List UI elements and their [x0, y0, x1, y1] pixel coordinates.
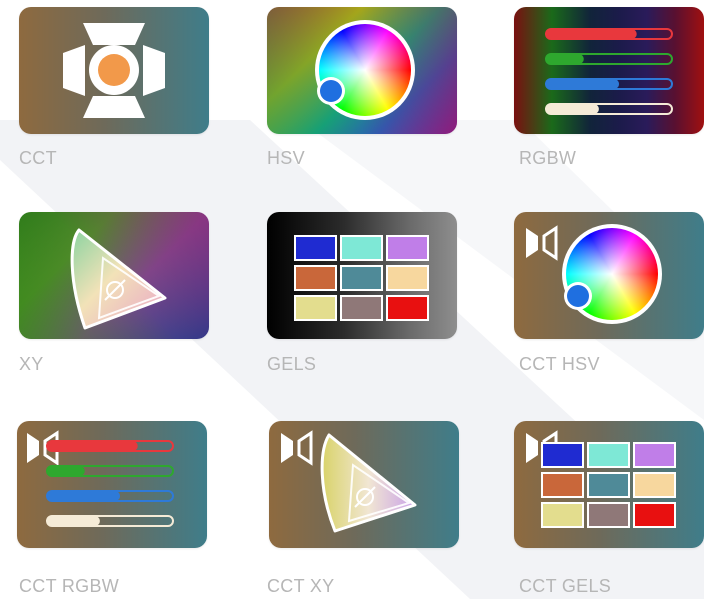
- mode-tile-gels[interactable]: [267, 212, 457, 339]
- gel-swatch: [587, 472, 630, 498]
- slider-blue: [46, 490, 174, 502]
- gel-swatch: [541, 472, 584, 498]
- gel-swatch: [633, 442, 676, 468]
- gel-swatch: [340, 265, 383, 291]
- gel-swatch: [541, 502, 584, 528]
- cie-diagram-icon: [70, 228, 167, 330]
- mode-tile-cct[interactable]: [19, 7, 209, 134]
- mode-tile-hsv[interactable]: [267, 7, 457, 134]
- gel-swatch: [633, 472, 676, 498]
- mode-label-hsv: HSV: [267, 148, 305, 168]
- gel-swatch: [541, 442, 584, 468]
- mode-label-rgbw: RGBW: [519, 148, 577, 168]
- mode-tile-cct-gels[interactable]: [514, 421, 704, 548]
- slider-blue: [545, 78, 673, 90]
- mode-tile-cct-xy[interactable]: [269, 421, 459, 548]
- cct-xy-icon: [281, 430, 417, 533]
- cct-gels-icon: [526, 430, 676, 528]
- slider-white: [46, 515, 174, 527]
- cct-rgbw-icon: [27, 430, 174, 527]
- slider-green: [545, 53, 673, 65]
- gel-swatch: [633, 502, 676, 528]
- mode-tile-rgbw[interactable]: [514, 7, 704, 134]
- gel-swatch: [587, 502, 630, 528]
- barn-door-small-icon: [526, 225, 558, 261]
- mode-label-cct-hsv: CCT HSV: [519, 354, 600, 374]
- gel-swatch: [294, 235, 337, 261]
- gel-swatch: [386, 265, 429, 291]
- barn-door-light-icon: [63, 23, 165, 118]
- slider-red: [46, 440, 174, 452]
- mode-label-gels: GELS: [267, 354, 317, 374]
- gel-swatch: [587, 442, 630, 468]
- gel-swatch: [340, 235, 383, 261]
- barn-door-small-icon: [281, 430, 313, 466]
- gel-swatch: [340, 295, 383, 321]
- mode-label-cct: CCT: [19, 148, 57, 168]
- mode-label-cct-rgbw: CCT RGBW: [19, 576, 120, 596]
- gel-swatch: [294, 265, 337, 291]
- slider-white: [545, 103, 673, 115]
- mode-tile-xy[interactable]: [19, 212, 209, 339]
- mode-tile-cct-rgbw[interactable]: [17, 421, 207, 548]
- rgbw-sliders-icon: [545, 28, 673, 115]
- cct-hsv-icon: [526, 224, 662, 324]
- slider-red: [545, 28, 673, 40]
- gel-swatch: [294, 295, 337, 321]
- slider-green: [46, 465, 174, 477]
- mode-label-xy: XY: [19, 354, 44, 374]
- color-wheel-icon: [315, 20, 415, 120]
- mode-label-cct-xy: CCT XY: [267, 576, 335, 596]
- gel-swatches-icon: [294, 235, 429, 321]
- gel-swatch: [386, 235, 429, 261]
- mode-tile-cct-hsv[interactable]: [514, 212, 704, 339]
- mode-label-cct-gels: CCT GELS: [519, 576, 612, 596]
- gel-swatch: [386, 295, 429, 321]
